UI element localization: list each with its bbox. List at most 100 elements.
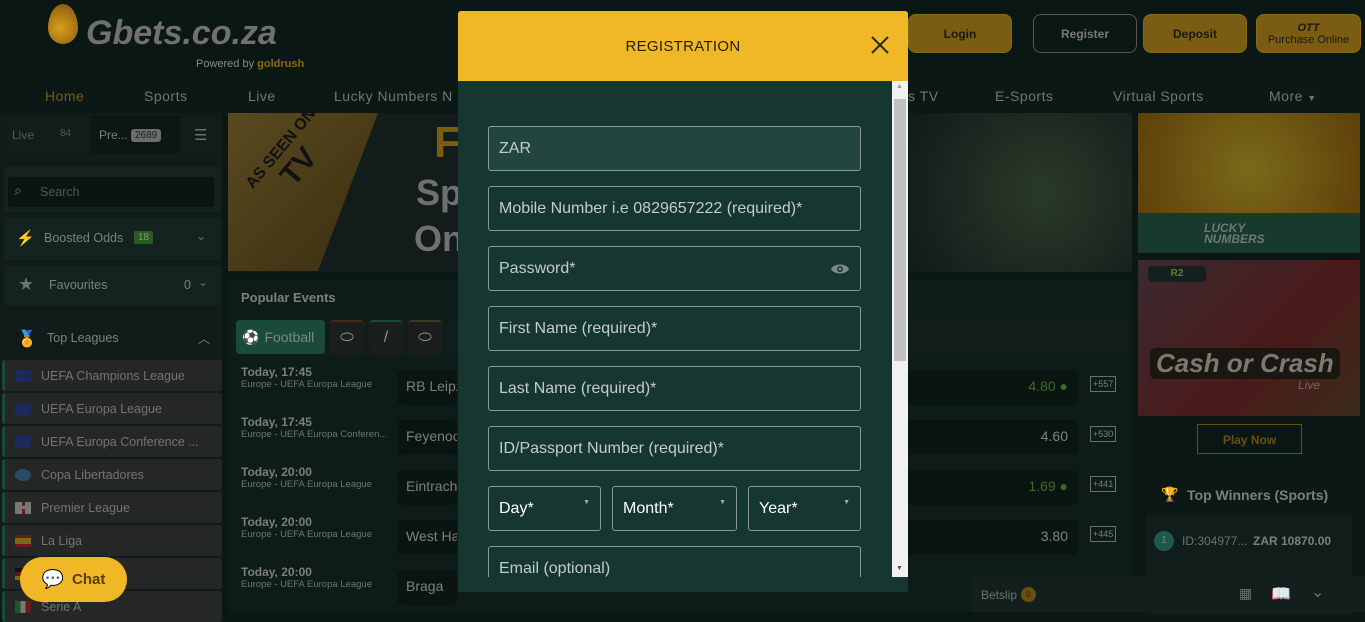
register-button[interactable]: Register (1033, 14, 1137, 53)
nav-virtual-sports[interactable]: Virtual Sports (1113, 88, 1204, 104)
more-markets[interactable]: +557 (1090, 376, 1117, 392)
caret-down-icon: ▼ (843, 499, 850, 506)
cash-or-crash-banner[interactable]: R2 Cash or Crash Live (1138, 260, 1360, 416)
login-button[interactable]: Login (908, 14, 1012, 53)
league-item[interactable]: UEFA Europa League (2, 393, 222, 424)
cricket-bat-icon: / (383, 329, 389, 346)
globe-icon (15, 468, 31, 481)
live-count: 84 (60, 128, 72, 139)
modal-header: REGISTRATION (458, 11, 908, 81)
italy-flag-icon (15, 600, 31, 613)
chat-button[interactable]: 💬 Chat (20, 557, 127, 602)
tab-american-football[interactable]: ⬭ (408, 320, 442, 354)
boost-icon: ● (1059, 378, 1068, 394)
favourites[interactable]: ★ Favourites 0 ⌄ (4, 265, 221, 305)
tab-rugby[interactable]: ⬭ (330, 320, 364, 354)
collapse-menu-icon[interactable]: ☰ (194, 126, 207, 144)
nav-sports[interactable]: Sports (144, 88, 187, 104)
mobile-number-input[interactable]: Mobile Number i.e 0829657222 (required)* (488, 186, 861, 231)
nav-home[interactable]: Home (45, 88, 84, 104)
nav-more[interactable]: More ▼ (1269, 88, 1317, 104)
caret-down-icon: ▼ (1307, 93, 1317, 103)
league-item[interactable]: La Liga (2, 525, 222, 556)
eu-flag-icon (15, 402, 31, 415)
league-item[interactable]: UEFA Champions League (2, 360, 222, 391)
flame-icon (48, 4, 78, 44)
day-select[interactable]: Day* ▼ (488, 486, 601, 531)
american-football-icon: ⬭ (418, 329, 432, 346)
last-name-input[interactable]: Last Name (required)* (488, 366, 861, 411)
betslip-bar[interactable]: Betslip 0 ▦ 📖 ⌄ (971, 576, 1365, 612)
tab-prematch[interactable]: Pre... 2689 (90, 116, 180, 154)
book-icon[interactable]: 📖 (1271, 584, 1291, 604)
lucky-numbers-banner[interactable]: LUCKY NUMBERS (1138, 113, 1360, 253)
league-item[interactable]: Copa Libertadores (2, 459, 222, 490)
prematch-count: 2689 (131, 129, 162, 142)
football-image (908, 113, 1132, 272)
chevron-down-icon[interactable]: ⌄ (1311, 582, 1324, 602)
deposit-button[interactable]: Deposit (1143, 14, 1247, 53)
brand-name: Gbets.co.za (86, 14, 277, 52)
spain-flag-icon (15, 534, 31, 547)
rugby-ball-icon: ⬭ (340, 329, 354, 346)
password-input[interactable]: Password* (488, 246, 861, 291)
england-flag-icon (15, 501, 31, 514)
eu-flag-icon (15, 435, 31, 448)
nav-live[interactable]: Live (248, 88, 276, 104)
first-name-input[interactable]: First Name (required)* (488, 306, 861, 351)
close-icon[interactable] (870, 35, 890, 55)
currency-field[interactable]: ZAR (488, 126, 861, 171)
scrollbar-thumb[interactable] (894, 99, 906, 361)
tab-live[interactable]: Live (12, 128, 34, 142)
odds-button[interactable]: 4.60 (890, 420, 1078, 455)
nav-tv[interactable]: s TV (908, 88, 939, 104)
calculator-icon[interactable]: ▦ (1239, 585, 1252, 602)
play-now-button[interactable]: Play Now (1197, 424, 1302, 454)
nav-esports[interactable]: E-Sports (995, 88, 1053, 104)
star-icon: ★ (18, 274, 35, 294)
ott-purchase-button[interactable]: OTT Purchase Online (1256, 14, 1361, 53)
odds-button[interactable]: ais3.80 (886, 520, 1078, 555)
registration-modal: REGISTRATION ZAR Mobile Number i.e 08296… (458, 11, 908, 592)
more-markets[interactable]: +445 (1090, 526, 1117, 542)
month-select[interactable]: Month* ▼ (612, 486, 737, 531)
more-markets[interactable]: +530 (1090, 426, 1117, 442)
caret-down-icon: ▼ (719, 499, 726, 506)
modal-title: REGISTRATION (625, 37, 741, 55)
football-icon: ⚽ (242, 328, 260, 345)
scroll-down-icon: ▼ (896, 565, 903, 572)
boost-icon: ● (1059, 478, 1068, 494)
chevron-down-icon: ⌄ (196, 229, 207, 243)
search-input[interactable]: ⌕ Search (8, 177, 214, 207)
eye-icon[interactable] (830, 262, 850, 276)
nav-lucky-numbers[interactable]: Lucky Numbers N (334, 88, 453, 104)
sidebar: Live 84 Pre... 2689 ☰ ⌕ Search ⚡ Boosted… (0, 113, 222, 622)
logo[interactable]: Gbets.co.za Powered by goldrush (48, 0, 308, 78)
id-passport-input[interactable]: ID/Passport Number (required)* (488, 426, 861, 471)
tab-cricket[interactable]: / (369, 320, 403, 354)
powered-by: Powered by goldrush (196, 58, 305, 70)
year-select[interactable]: Year* ▼ (748, 486, 861, 531)
league-item[interactable]: UEFA Europa Conference ... (2, 426, 222, 457)
tab-football[interactable]: ⚽ Football (236, 320, 325, 354)
boost-icon: ⚡ (16, 230, 35, 247)
search-icon: ⌕ (14, 182, 22, 198)
odds-button[interactable]: 4.80 ● (890, 370, 1078, 405)
chevron-up-icon: ︿ (198, 332, 211, 346)
eu-flag-icon (15, 369, 31, 382)
betslip-count: 0 (1021, 587, 1036, 602)
scroll-up-icon: ▲ (896, 83, 903, 90)
top-winners-header: 🏆 Top Winners (Sports) (1146, 475, 1352, 515)
caret-down-icon: ▼ (583, 499, 590, 506)
chevron-down-icon: ⌄ (198, 275, 209, 289)
league-item[interactable]: Premier League (2, 492, 222, 523)
top-leagues-header[interactable]: 🏅 Top Leagues ︿ (0, 320, 222, 360)
medal-icon: 🏅 (17, 331, 37, 348)
odds-button[interactable]: 1.69 ● (890, 470, 1078, 505)
trophy-icon: 🏆 (1161, 486, 1179, 502)
popular-events-title: Popular Events (241, 290, 336, 305)
more-markets[interactable]: +441 (1090, 476, 1117, 492)
modal-scrollbar[interactable]: ▲ ▼ (892, 81, 908, 577)
boosted-odds[interactable]: ⚡ Boosted Odds 18 ⌄ (4, 217, 221, 260)
chat-bubble-icon: 💬 (41, 569, 65, 589)
